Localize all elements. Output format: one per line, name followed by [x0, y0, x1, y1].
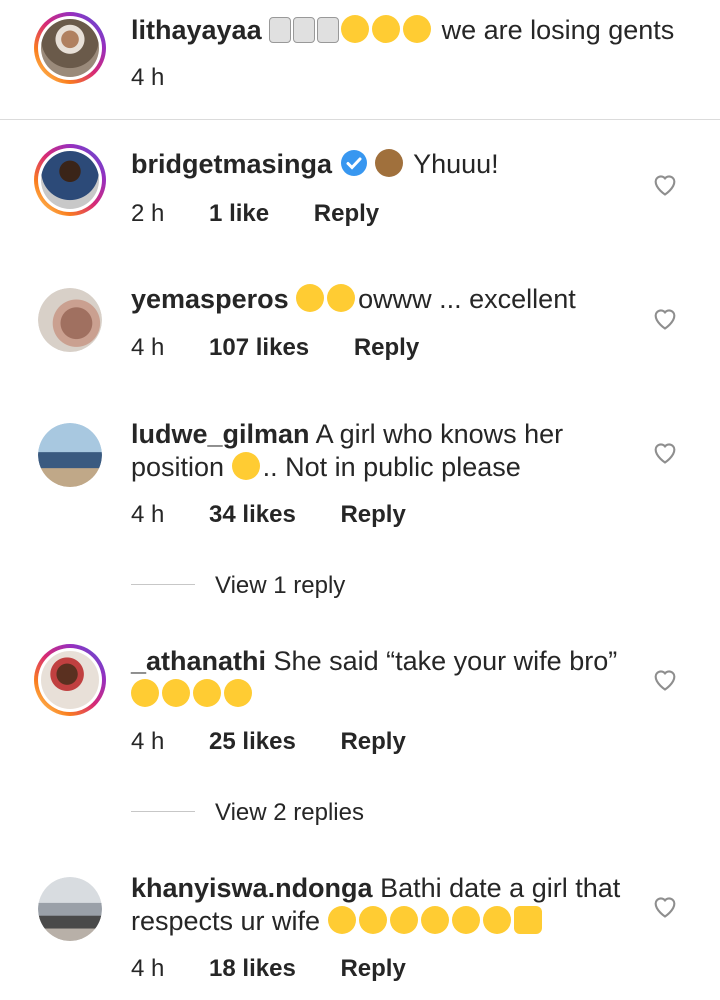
- likes-count[interactable]: 18 likes: [209, 955, 296, 982]
- comment-text: we are losing gents: [441, 15, 675, 45]
- rolling-laughing-emoji: [131, 679, 193, 709]
- comment-time: 4 h: [131, 64, 165, 91]
- likes-count[interactable]: 1 like: [209, 200, 269, 227]
- reply-thread-line: [131, 811, 195, 812]
- comment-time: 4 h: [131, 501, 165, 528]
- see-no-evil-monkey-emoji: [375, 149, 404, 177]
- crying-face-emoji: [193, 679, 255, 709]
- avatar-image: [38, 423, 102, 487]
- likes-count[interactable]: 25 likes: [209, 728, 296, 755]
- reply-button[interactable]: Reply: [354, 334, 419, 361]
- comment-meta: 2 h 1 like Reply: [131, 200, 379, 228]
- comment-time: 4 h: [131, 334, 165, 361]
- comment-username[interactable]: khanyiswa.ndonga: [131, 873, 373, 903]
- comment-time: 2 h: [131, 200, 165, 227]
- weary-face-emoji: [341, 15, 434, 45]
- avatar[interactable]: [38, 877, 102, 941]
- comment-meta: 4 h 25 likes Reply: [131, 728, 406, 756]
- laughing-face-emoji: [231, 452, 260, 480]
- verified-badge-icon: [340, 150, 367, 176]
- avatar-image: [38, 288, 102, 352]
- comment-text: A girl who knows her: [315, 419, 564, 449]
- comment-text: She said “take your wife bro”: [273, 646, 618, 676]
- reply-button[interactable]: Reply: [340, 501, 405, 528]
- comment-time: 4 h: [131, 955, 165, 982]
- clapping-hands-emoji: [513, 906, 542, 934]
- avatar-image: [38, 877, 102, 941]
- emoji-boxes: [269, 15, 341, 45]
- view-replies-button[interactable]: View 2 replies: [215, 799, 364, 827]
- avatar-image: [41, 651, 99, 709]
- comment-username[interactable]: yemasperos: [131, 284, 289, 314]
- comment-text: Yhuuu!: [413, 149, 499, 179]
- avatar-image: [41, 19, 99, 77]
- heart-outline-icon[interactable]: [650, 304, 680, 332]
- avatar[interactable]: [38, 423, 102, 487]
- laughing-face-emoji: [327, 906, 514, 936]
- comment-username[interactable]: bridgetmasinga: [131, 149, 332, 179]
- divider: [0, 119, 720, 120]
- avatar[interactable]: [34, 644, 106, 716]
- comment-text: position: [131, 452, 225, 482]
- neutral-face-emoji: [296, 284, 358, 314]
- comment-username[interactable]: lithayayaa: [131, 15, 262, 45]
- comment-text: Bathi date a girl that: [380, 873, 621, 903]
- comment-body: lithayayaa we are losing gents: [131, 14, 674, 47]
- reply-button[interactable]: Reply: [314, 200, 379, 227]
- comment-body: khanyiswa.ndonga Bathi date a girl that …: [131, 872, 631, 938]
- avatar[interactable]: [34, 12, 106, 84]
- avatar[interactable]: [38, 288, 102, 352]
- avatar[interactable]: [34, 144, 106, 216]
- reply-button[interactable]: Reply: [340, 955, 405, 982]
- view-replies-button[interactable]: View 1 reply: [215, 572, 345, 600]
- comment-username[interactable]: _athanathi: [131, 646, 266, 676]
- comment-text: respects ur wife: [131, 906, 321, 936]
- likes-count[interactable]: 34 likes: [209, 501, 296, 528]
- reply-thread-line: [131, 584, 195, 585]
- comment-username[interactable]: ludwe_gilman: [131, 419, 310, 449]
- comment-text: .. Not in public please: [262, 452, 521, 482]
- comment-meta: 4 h 34 likes Reply: [131, 501, 406, 529]
- comment-meta: 4 h 18 likes Reply: [131, 955, 406, 983]
- heart-outline-icon[interactable]: [650, 892, 680, 920]
- heart-outline-icon[interactable]: [650, 665, 680, 693]
- comment-body: _athanathi She said “take your wife bro”: [131, 645, 641, 711]
- comment-body: bridgetmasinga Yhuuu!: [131, 148, 499, 181]
- reply-button[interactable]: Reply: [340, 728, 405, 755]
- heart-outline-icon[interactable]: [650, 170, 680, 198]
- comment-time: 4 h: [131, 728, 165, 755]
- likes-count[interactable]: 107 likes: [209, 334, 309, 361]
- avatar-image: [41, 151, 99, 209]
- comment-text: owww ... excellent: [358, 284, 576, 314]
- heart-outline-icon[interactable]: [650, 438, 680, 466]
- comment-body: yemasperos owww ... excellent: [131, 283, 576, 316]
- comment-body: ludwe_gilman A girl who knows her positi…: [131, 418, 631, 484]
- comment-meta: 4 h 107 likes Reply: [131, 334, 419, 362]
